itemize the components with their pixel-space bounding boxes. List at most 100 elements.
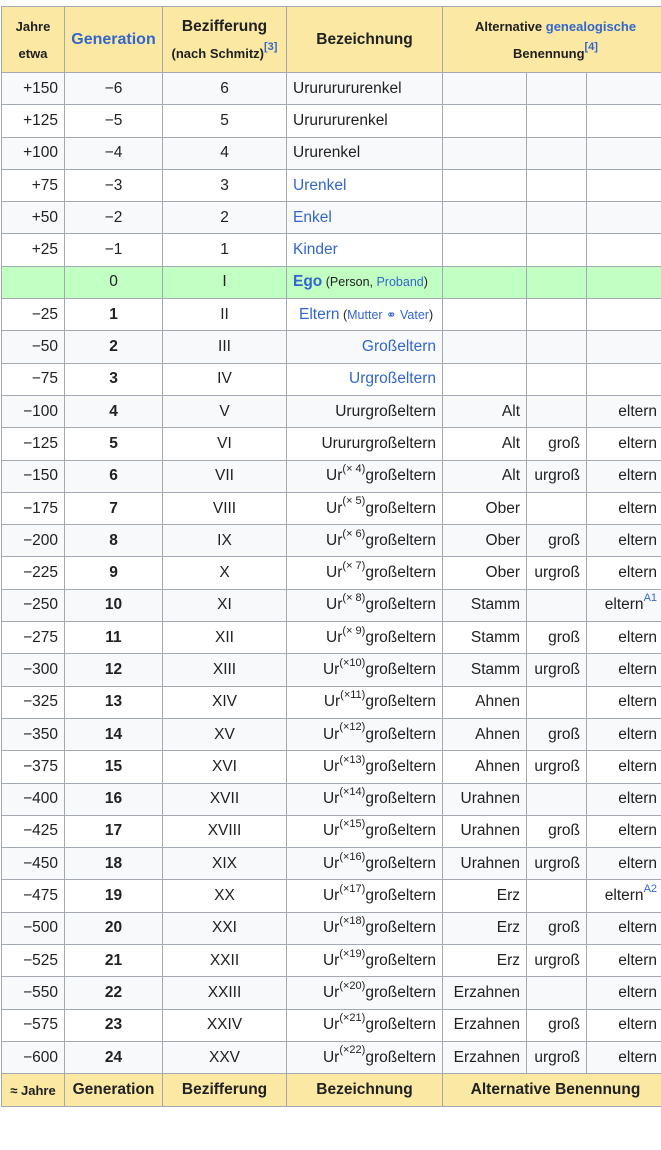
cell-bezeichnung: Ur(×15)großeltern [287,815,443,847]
cell-jahre: −325 [2,686,65,718]
table-row: +75−33Urenkel [2,169,661,201]
cell-alt-prefix: Urahnen [443,848,527,880]
cell-bezeichnung: Urururururenkel [287,73,443,105]
cell-alt-middle: groß [527,912,587,944]
cell-generation: −1 [65,234,163,266]
cell-bezeichnung: Ur(× 7)großeltern [287,557,443,589]
cell-generation: 20 [65,912,163,944]
footer-alternative-benennung: Alternative Benennung [443,1074,661,1107]
cell-alt-suffix [587,266,661,298]
cell-jahre: −200 [2,525,65,557]
cell-generation: 8 [65,525,163,557]
footnote-ref-link[interactable]: A1 [644,592,657,604]
cell-bezifferung: I [163,266,287,298]
bezeichnung-link[interactable]: Kinder [293,241,338,258]
table-row: +125−55Ururururenkel [2,105,661,137]
bezeichnung-link[interactable]: Großeltern [362,338,436,355]
genealogische-link[interactable]: genealogische [546,19,636,34]
cell-bezeichnung: Ururgroßeltern [287,395,443,427]
cell-alt-middle: groß [527,1009,587,1041]
cell-bezifferung: V [163,395,287,427]
bezeichnung-text: Urururururenkel [293,80,402,97]
cell-alt-suffix: elternA1 [587,589,661,621]
cell-bezeichnung: Ururururenkel [287,105,443,137]
cell-alt-suffix [587,363,661,395]
cell-alt-prefix: Alt [443,460,527,492]
cell-alt-middle: urgroß [527,751,587,783]
cell-jahre: −575 [2,1009,65,1041]
cell-generation: 23 [65,1009,163,1041]
table-row: −1255VIUrururgroßelternAltgroßeltern [2,428,661,460]
bezeichnung-sublink[interactable]: Mutter ⚭ Vater [347,308,429,322]
cell-alt-suffix: eltern [587,622,661,654]
table-footer-row: ≈ Jahre Generation Bezifferung Bezeichnu… [2,1074,661,1107]
table-row: −251IIEltern (Mutter ⚭ Vater) [2,299,661,331]
table-row: −57523XXIVUr(×21)großelternErzahnengroße… [2,1009,661,1041]
table-row: −47519XXUr(×17)großelternErzelternA2 [2,880,661,912]
cell-alt-prefix: Ahnen [443,686,527,718]
cell-bezeichnung: Ur(×22)großeltern [287,1041,443,1073]
cell-bezifferung: XXV [163,1041,287,1073]
cell-alt-middle: urgroß [527,654,587,686]
header-generation-link[interactable]: Generation [65,7,163,73]
cell-generation: −3 [65,169,163,201]
bezeichnung-sublink[interactable]: Proband [376,275,423,289]
cell-alt-suffix: eltern [587,783,661,815]
footer-bezifferung: Bezifferung [163,1074,287,1107]
bezeichnung-link[interactable]: Urenkel [293,177,346,194]
cell-bezeichnung: Kinder [287,234,443,266]
cell-alt-suffix [587,299,661,331]
table-row: −2008IXUr(× 6)großelternObergroßeltern [2,525,661,557]
cell-bezeichnung: Ur(× 5)großeltern [287,492,443,524]
table-body: +150−66Urururururenkel+125−55Ururururenk… [2,73,661,1074]
bezeichnung-link[interactable]: Enkel [293,209,332,226]
footnote-ref-link[interactable]: A2 [644,883,657,895]
cell-bezeichnung: Ur(×11)großeltern [287,686,443,718]
bezeichnung-link[interactable]: Eltern [299,306,340,323]
table-row: −52521XXIIUr(×19)großelternErzurgroßelte… [2,945,661,977]
table-row: −753IVUrgroßeltern [2,363,661,395]
ref-3-link[interactable]: [3] [264,41,277,53]
cell-alt-suffix: eltern [587,492,661,524]
cell-alt-middle [527,73,587,105]
cell-bezeichnung: Ur(× 9)großeltern [287,622,443,654]
cell-bezifferung: 4 [163,137,287,169]
cell-jahre: +50 [2,202,65,234]
cell-alt-suffix: eltern [587,460,661,492]
bezeichnung-link[interactable]: Urgroßeltern [349,370,436,387]
cell-alt-middle: groß [527,718,587,750]
cell-bezifferung: VII [163,460,287,492]
cell-jahre: −275 [2,622,65,654]
cell-alt-middle [527,783,587,815]
cell-generation: 16 [65,783,163,815]
cell-generation: 24 [65,1041,163,1073]
cell-jahre: +25 [2,234,65,266]
cell-generation: 12 [65,654,163,686]
cell-generation: 4 [65,395,163,427]
cell-jahre: −450 [2,848,65,880]
cell-alt-suffix: eltern [587,848,661,880]
cell-alt-suffix: eltern [587,395,661,427]
cell-bezifferung: III [163,331,287,363]
cell-bezifferung: XXI [163,912,287,944]
cell-bezifferung: XI [163,589,287,621]
cell-alt-prefix [443,331,527,363]
ref-4-link[interactable]: [4] [585,41,598,53]
cell-bezifferung: 2 [163,202,287,234]
cell-alt-prefix [443,363,527,395]
cell-alt-middle [527,977,587,1009]
cell-alt-prefix: Ober [443,525,527,557]
table-row: −25010XIUr(× 8)großelternStammelternA1 [2,589,661,621]
cell-alt-middle [527,492,587,524]
generations-table: Jahre etwa Generation Bezifferung (nach … [1,6,661,1107]
table-row: −37515XVIUr(×13)großelternAhnenurgroßelt… [2,751,661,783]
cell-alt-suffix [587,137,661,169]
cell-generation: 17 [65,815,163,847]
cell-jahre [2,266,65,298]
header-bezeichnung: Bezeichnung [287,7,443,73]
bezeichnung-link[interactable]: Ego [293,273,322,290]
cell-alt-middle [527,686,587,718]
cell-generation: 3 [65,363,163,395]
cell-alt-prefix [443,234,527,266]
cell-bezeichnung: Urenkel [287,169,443,201]
